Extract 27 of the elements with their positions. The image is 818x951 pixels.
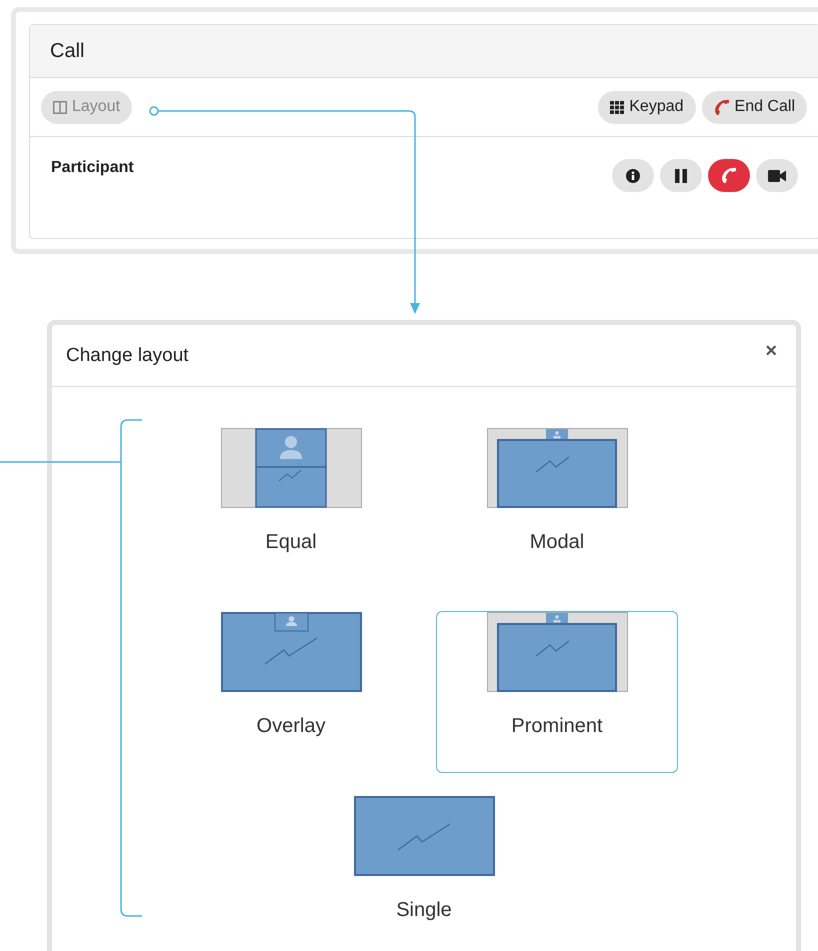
panel-title: Call: [50, 40, 84, 62]
layout-option[interactable]: Equal: [170, 427, 412, 589]
participant-name: Participant: [51, 159, 134, 177]
layout-option[interactable]: Prominent: [436, 611, 678, 773]
layout-option[interactable]: Single: [303, 795, 545, 951]
keypad-button[interactable]: Keypad: [598, 90, 696, 124]
phone-icon: [721, 167, 737, 184]
layout-preview-icon: [220, 428, 362, 508]
info-icon: [626, 168, 640, 182]
video-camera-icon: [768, 170, 786, 182]
layout-preview-icon: [220, 612, 362, 692]
layout-preview-icon: [486, 612, 628, 692]
info-button[interactable]: [612, 159, 654, 192]
video-button[interactable]: [756, 159, 798, 192]
end-call-button[interactable]: End Call: [702, 90, 807, 124]
layout-icon: [53, 100, 67, 114]
close-button[interactable]: ×: [759, 340, 783, 363]
dialog-title: Change layout: [66, 344, 189, 366]
layout-preview-icon: [354, 796, 494, 876]
hang-up-button[interactable]: [708, 159, 750, 192]
layout-option[interactable]: Overlay: [170, 611, 412, 773]
pause-button[interactable]: [660, 159, 702, 192]
pause-icon: [675, 168, 687, 182]
keypad-icon: [610, 100, 624, 114]
layout-preview-icon: [486, 428, 628, 508]
phone-icon: [714, 98, 730, 116]
layout-option[interactable]: Modal: [436, 427, 678, 589]
